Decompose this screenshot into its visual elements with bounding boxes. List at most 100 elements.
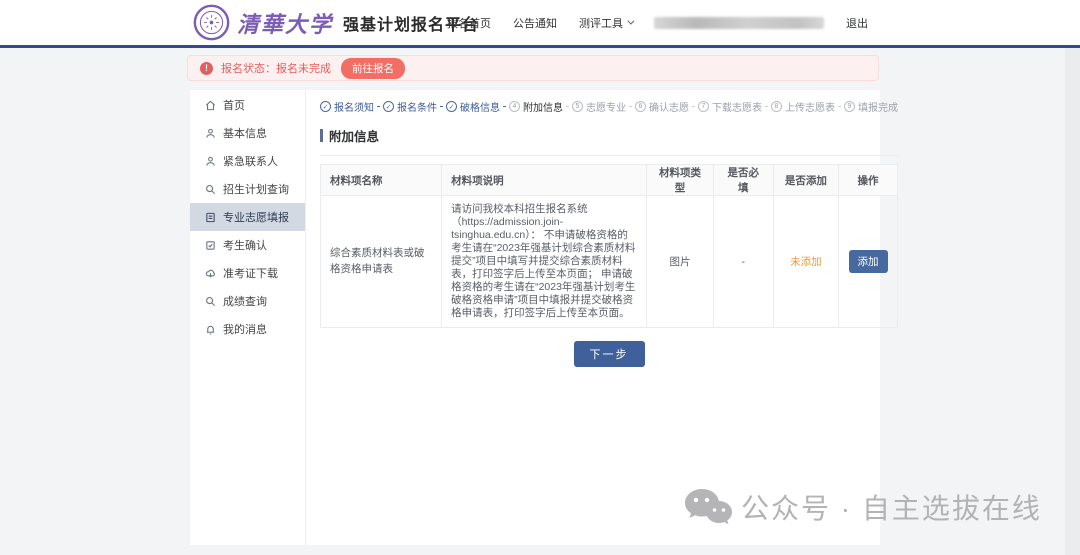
add-button[interactable]: 添加 (849, 250, 888, 273)
step-connector (838, 106, 841, 107)
university-name: 清華大学 (237, 7, 333, 39)
next-step-button[interactable]: 下一步 (574, 341, 645, 367)
step-label: 上传志愿表 (785, 99, 835, 114)
step-label: 报名须知 (334, 99, 374, 114)
step-label: 附加信息 (523, 99, 563, 114)
bell-icon (205, 324, 216, 335)
app-header: 清華大学 强基计划报名平台 报名首页 公告通知 测评工具 退出 (0, 0, 1080, 48)
sidebar-item-label: 基本信息 (223, 125, 267, 141)
step-connector (566, 106, 569, 107)
required-cell: - (713, 196, 773, 328)
content-card: 首页 基本信息 紧急联系人 招生计划查询 专业志愿填报 考生确认 (190, 90, 880, 545)
go-register-button[interactable]: 前往报名 (341, 58, 405, 79)
cloud-download-icon (205, 268, 216, 279)
section-title-text: 附加信息 (329, 126, 379, 145)
step-number: 6 (635, 101, 646, 112)
home-icon (205, 100, 216, 111)
nav-evaluation-tools[interactable]: 测评工具 (579, 15, 632, 31)
sidebar-item-score-query[interactable]: 成绩查询 (190, 287, 305, 315)
material-description-cell: 请访问我校本科招生报名系统（https://admission.join-tsi… (442, 196, 647, 328)
section-divider (320, 155, 898, 156)
table-row: 综合素质材料表或破格资格申请表 请访问我校本科招生报名系统（https://ad… (321, 196, 898, 328)
sidebar-item-label: 招生计划查询 (223, 181, 289, 197)
step-check-icon (320, 101, 331, 112)
sidebar-item-label: 准考证下载 (223, 265, 278, 281)
user-icon (205, 156, 216, 167)
added-status-cell: 未添加 (773, 196, 838, 328)
step-8: 8上传志愿表 (771, 99, 835, 114)
nav-evaluation-tools-label: 测评工具 (579, 15, 623, 31)
sidebar-item-label: 成绩查询 (223, 293, 267, 309)
page: 清華大学 强基计划报名平台 报名首页 公告通知 测评工具 退出 ! 报名状态：报… (0, 0, 1080, 555)
user-account-redacted (654, 17, 824, 29)
col-required: 是否必填 (713, 165, 773, 196)
col-added: 是否添加 (773, 165, 838, 196)
step-number: 4 (509, 101, 520, 112)
step-connector (503, 106, 506, 107)
sidebar-item-label: 我的消息 (223, 321, 267, 337)
step-connector (377, 106, 380, 107)
step-label: 志愿专业 (586, 99, 626, 114)
material-name-cell: 综合素质材料表或破格资格申请表 (321, 196, 442, 328)
step-label: 报名条件 (397, 99, 437, 114)
nav-announcements[interactable]: 公告通知 (513, 15, 557, 31)
step-6: 6确认志愿 (635, 99, 689, 114)
step-number: 7 (698, 101, 709, 112)
stepper: 报名须知 报名条件 破格信息 4附加信息 5志愿专业 6确认志愿 7下载志愿表 … (320, 99, 898, 114)
sidebar-item-label: 紧急联系人 (223, 153, 278, 169)
main-panel: 报名须知 报名条件 破格信息 4附加信息 5志愿专业 6确认志愿 7下载志愿表 … (306, 90, 910, 545)
materials-table: 材料项名称 材料项说明 材料项类型 是否必填 是否添加 操作 综合素质材料表或破… (320, 164, 898, 328)
step-check-icon (383, 101, 394, 112)
step-3: 破格信息 (446, 99, 500, 114)
step-7: 7下载志愿表 (698, 99, 762, 114)
sidebar-item-label: 首页 (223, 97, 245, 113)
step-number: 9 (844, 101, 855, 112)
step-connector (440, 106, 443, 107)
logo-area: 清華大学 强基计划报名平台 (193, 4, 479, 41)
step-connector (765, 106, 768, 107)
step-4: 4附加信息 (509, 99, 563, 114)
sidebar-item-ticket-download[interactable]: 准考证下载 (190, 259, 305, 287)
step-connector (692, 106, 695, 107)
step-connector (629, 106, 632, 107)
search-icon (205, 296, 216, 307)
col-operation: 操作 (839, 165, 898, 196)
step-number: 5 (572, 101, 583, 112)
search-icon (205, 184, 216, 195)
step-label: 填报完成 (858, 99, 898, 114)
status-text: 报名状态：报名未完成 (221, 60, 331, 76)
step-check-icon (446, 101, 457, 112)
sidebar-item-candidate-confirm[interactable]: 考生确认 (190, 231, 305, 259)
sidebar-item-home[interactable]: 首页 (190, 91, 305, 119)
section-title: 附加信息 (320, 126, 898, 145)
sidebar-item-label: 专业志愿填报 (223, 209, 289, 225)
material-type-cell: 图片 (647, 196, 713, 328)
col-material-name: 材料项名称 (321, 165, 442, 196)
step-9: 9填报完成 (844, 99, 898, 114)
watermark-text: 公众号 · 自主选拔在线 (741, 487, 1042, 527)
wechat-icon (684, 487, 732, 527)
table-header-row: 材料项名称 材料项说明 材料项类型 是否必填 是否添加 操作 (321, 165, 898, 196)
scrollbar-track[interactable] (1065, 48, 1080, 555)
sidebar-item-basic-info[interactable]: 基本信息 (190, 119, 305, 147)
logout-link[interactable]: 退出 (846, 15, 868, 31)
watermark: 公众号 · 自主选拔在线 (684, 487, 1042, 527)
col-material-description: 材料项说明 (442, 165, 647, 196)
warning-icon: ! (200, 62, 213, 75)
col-material-type: 材料项类型 (647, 165, 713, 196)
sidebar-item-my-messages[interactable]: 我的消息 (190, 315, 305, 343)
check-square-icon (205, 240, 216, 251)
step-2: 报名条件 (383, 99, 437, 114)
section-title-bar (320, 129, 323, 142)
sidebar-item-emergency-contact[interactable]: 紧急联系人 (190, 147, 305, 175)
nav-registration-home[interactable]: 报名首页 (447, 15, 491, 31)
step-label: 确认志愿 (649, 99, 689, 114)
chevron-down-icon (627, 18, 634, 25)
top-nav: 报名首页 公告通知 测评工具 退出 (447, 0, 868, 45)
sidebar-item-major-preference[interactable]: 专业志愿填报 (190, 203, 305, 231)
step-1: 报名须知 (320, 99, 374, 114)
step-label: 破格信息 (460, 99, 500, 114)
next-button-wrap: 下一步 (320, 341, 898, 367)
sidebar-item-admission-plan-query[interactable]: 招生计划查询 (190, 175, 305, 203)
step-5: 5志愿专业 (572, 99, 626, 114)
